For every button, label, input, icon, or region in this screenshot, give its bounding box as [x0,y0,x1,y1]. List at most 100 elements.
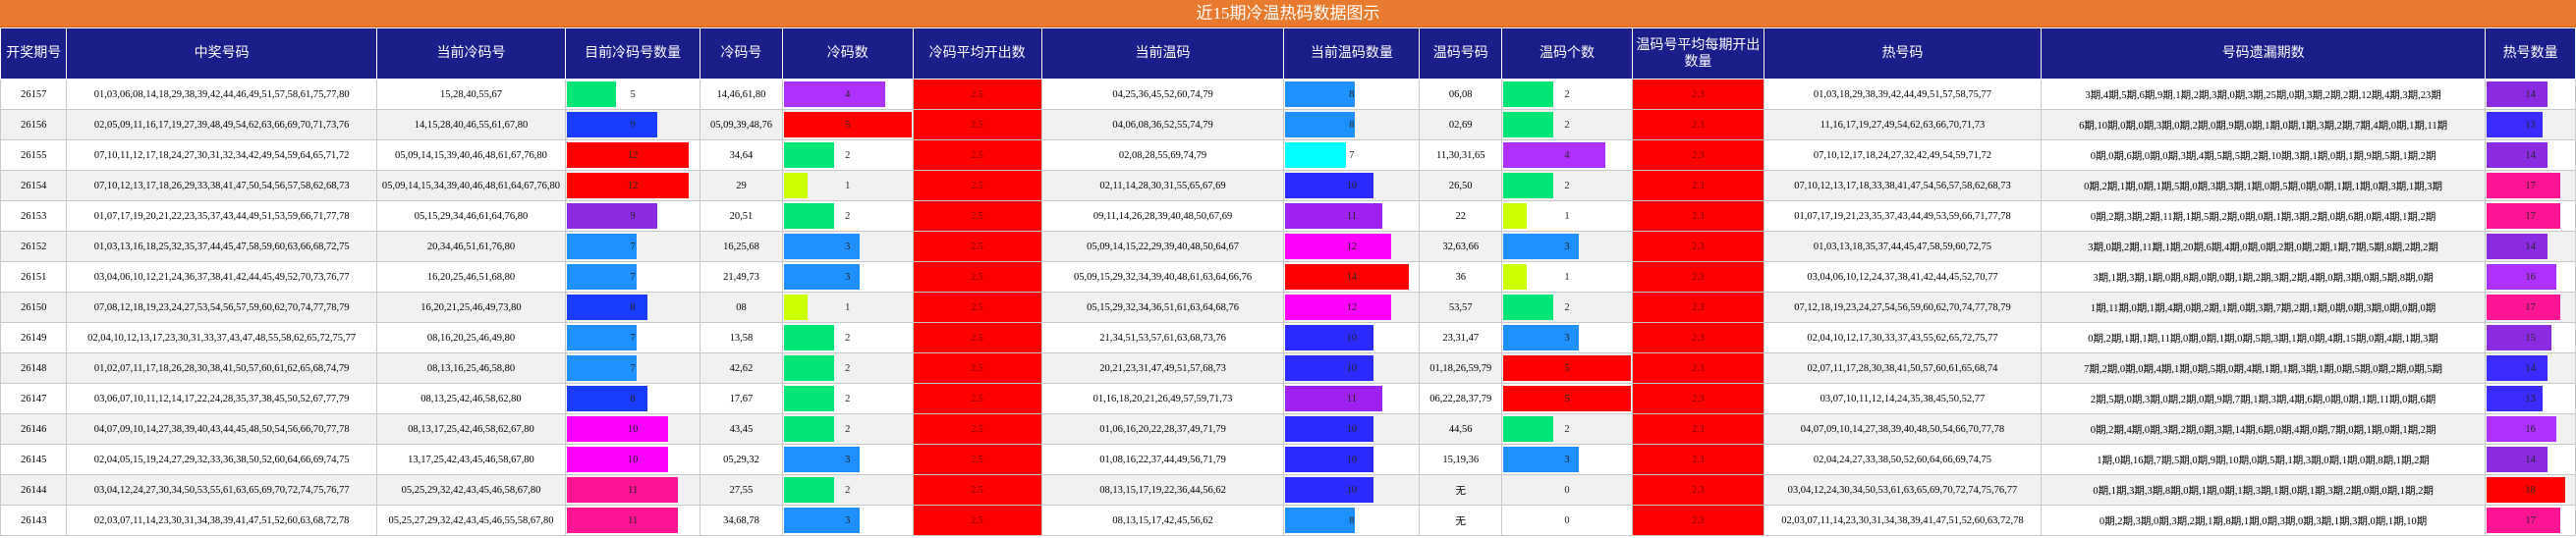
cold-avg-cell: 2.5 [912,200,1042,232]
hot-numbers-cell: 03,07,10,11,12,14,24,35,38,45,50,52,77 [1763,383,2042,414]
table-row[interactable]: 26156 02,05,09,11,16,17,19,27,39,48,49,54… [0,109,2576,140]
header-current-warm[interactable]: 当前温码 [1040,27,1285,80]
issue-cell: 26144 [0,474,68,506]
header-cold-hit[interactable]: 冷码号 [700,27,783,80]
table-row[interactable]: 26150 07,08,12,18,19,23,24,27,53,54,56,57… [0,292,2576,323]
cold-avg-cell: 2.5 [912,109,1042,140]
miss-periods-cell: 0期,2期,3期,2期,11期,1期,5期,2期,0期,0期,1期,3期,2期,… [2040,200,2487,232]
hot-count-cell-value: 14 [2525,149,2536,161]
cold-count-cell: 4 [781,79,914,110]
current-warm-count-cell-fill [1285,325,1373,350]
current-warm-count-cell-value: 10 [1346,454,1358,465]
header-warm-avg[interactable]: 温码号平均每期开出数量 [1631,27,1764,80]
cold-count-cell: 1 [781,292,914,323]
table-row[interactable]: 26143 02,03,07,11,14,23,30,31,34,38,39,41… [0,505,2576,536]
hot-count-cell-value: 18 [2525,484,2536,496]
warm-count-cell-value: 0 [1564,514,1570,526]
current-cold-cell: 08,13,17,25,42,46,58,62,67,80 [375,413,567,445]
warm-count-cell-value: 1 [1564,210,1570,222]
hot-count-cell: 15 [2485,322,2576,353]
current-warm-count-cell-fill [1285,386,1382,411]
table-row[interactable]: 26152 01,03,13,16,18,25,32,35,37,44,45,47… [0,231,2576,262]
current-warm-count-cell: 10 [1283,170,1421,201]
hot-count-cell-value: 17 [2525,301,2536,313]
table-row[interactable]: 26144 03,04,12,24,27,30,34,50,53,55,61,63… [0,474,2576,506]
current-warm-cell: 01,08,16,22,37,44,49,56,71,79 [1040,444,1285,475]
header-warm-hit[interactable]: 温码号码 [1419,27,1502,80]
header-current-cold-count[interactable]: 目前冷码号数量 [565,27,701,80]
cold-count-cell-value: 3 [845,271,851,283]
hot-numbers-cell: 02,03,07,11,14,23,30,31,34,38,39,41,47,5… [1763,505,2042,536]
warm-count-cell-fill [1503,112,1553,137]
current-cold-cell: 08,13,25,42,46,58,62,80 [375,383,567,414]
header-cold-avg[interactable]: 冷码平均开出数 [912,27,1042,80]
current-cold-cell: 15,28,40,55,67 [375,79,567,110]
current-cold-count-cell-fill [567,234,638,259]
table-row[interactable]: 26145 02,04,05,15,19,24,27,29,32,33,36,38… [0,444,2576,475]
warm-hit-cell: 44,56 [1419,413,1502,445]
issue-cell: 26156 [0,109,68,140]
current-cold-count-cell-fill [567,508,679,533]
warm-count-cell-value: 3 [1564,454,1570,465]
table-row[interactable]: 26153 01,07,17,19,20,21,22,23,35,37,43,44… [0,200,2576,232]
cold-avg-cell: 2.5 [912,231,1042,262]
warm-count-cell: 1 [1501,200,1633,232]
current-warm-cell: 02,11,14,28,30,31,55,65,67,69 [1040,170,1285,201]
cold-count-cell-value: 2 [845,332,851,344]
current-cold-cell: 05,15,29,34,46,61,64,76,80 [375,200,567,232]
cold-hit-cell: 14,46,61,80 [700,79,783,110]
current-warm-count-cell: 10 [1283,413,1421,445]
warm-avg-cell: 2.3 [1631,139,1764,171]
header-cold-count[interactable]: 冷码数 [781,27,914,80]
cold-count-cell-fill [783,295,809,320]
cold-count-cell: 3 [781,505,914,536]
header-hot-count[interactable]: 热号数量 [2485,27,2576,80]
header-current-warm-count[interactable]: 当前温码数量 [1283,27,1421,80]
warm-avg-cell: 2.3 [1631,413,1764,445]
table-row[interactable]: 26148 01,02,07,11,17,18,26,28,30,38,41,50… [0,352,2576,384]
header-miss-periods[interactable]: 号码遗漏期数 [2040,27,2487,80]
winning-numbers-cell: 02,04,10,12,13,17,23,30,31,33,37,43,47,4… [66,322,377,353]
cold-avg-cell: 2.5 [912,413,1042,445]
table-row[interactable]: 26151 03,04,06,10,12,21,24,36,37,38,41,42… [0,261,2576,293]
miss-periods-cell: 1期,11期,0期,1期,4期,0期,2期,1期,0期,3期,7期,2期,1期,… [2040,292,2487,323]
header-hot-numbers[interactable]: 热号码 [1763,27,2042,80]
current-warm-count-cell-value: 11 [1346,393,1357,404]
table-row[interactable]: 26146 04,07,09,10,14,27,38,39,40,43,44,45… [0,413,2576,445]
cold-avg-cell: 2.5 [912,292,1042,323]
warm-count-cell: 2 [1501,109,1633,140]
table-row[interactable]: 26147 03,06,07,10,11,12,14,17,22,24,28,35… [0,383,2576,414]
header-current-cold[interactable]: 当前冷码号 [375,27,567,80]
cold-avg-cell: 2.5 [912,383,1042,414]
warm-count-cell: 3 [1501,231,1633,262]
cold-count-cell: 2 [781,383,914,414]
cold-avg-cell-value: 2.5 [971,454,983,465]
warm-avg-cell-value: 2.3 [1692,149,1705,161]
issue-cell: 26153 [0,200,68,232]
cold-count-cell-fill [783,203,834,229]
warm-count-cell-value: 3 [1564,241,1570,252]
table-row[interactable]: 26157 01,03,06,08,14,18,29,38,39,42,44,46… [0,79,2576,110]
header-winning-numbers[interactable]: 中奖号码 [66,27,377,80]
table-row[interactable]: 26149 02,04,10,12,13,17,23,30,31,33,37,43… [0,322,2576,353]
warm-avg-cell-value: 2.3 [1692,423,1705,435]
hot-count-cell-value: 13 [2525,119,2536,131]
hot-numbers-cell: 03,04,06,10,12,24,37,38,41,42,44,45,52,7… [1763,261,2042,293]
warm-avg-cell-value: 2.3 [1692,514,1705,526]
cold-count-cell: 2 [781,139,914,171]
hot-count-cell-value: 13 [2525,393,2536,404]
cold-hit-cell: 21,49,73 [700,261,783,293]
table-row[interactable]: 26154 07,10,12,13,17,18,26,29,33,38,41,47… [0,170,2576,201]
hot-count-cell: 17 [2485,200,2576,232]
warm-count-cell-value: 1 [1564,271,1570,283]
current-warm-count-cell-value: 14 [1346,271,1358,283]
header-warm-count[interactable]: 温码个数 [1501,27,1633,80]
cold-count-cell-value: 3 [845,241,851,252]
current-cold-count-cell: 8 [565,383,701,414]
header-issue[interactable]: 开奖期号 [0,27,68,80]
table-row[interactable]: 26155 07,10,11,12,17,18,24,27,30,31,32,34… [0,139,2576,171]
current-cold-count-cell-fill [567,447,668,472]
warm-avg-cell-value: 2.3 [1692,454,1705,465]
warm-count-cell: 5 [1501,352,1633,384]
miss-periods-cell: 1期,0期,16期,7期,5期,0期,9期,10期,0期,5期,1期,3期,0期… [2040,444,2487,475]
